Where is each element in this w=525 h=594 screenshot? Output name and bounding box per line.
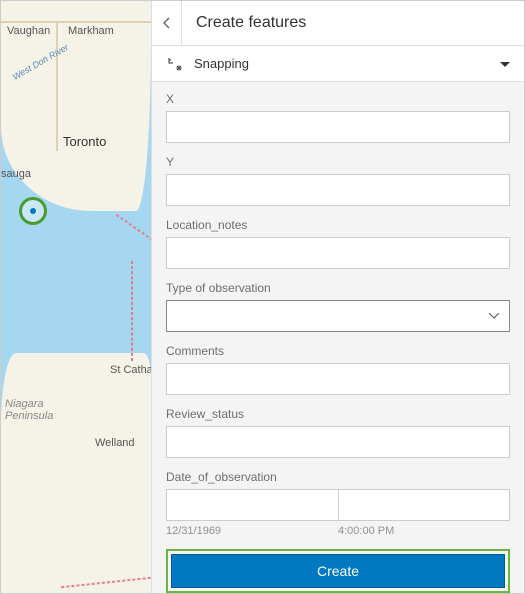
field-label: Type of observation [166, 281, 510, 295]
time-hint: 4:00:00 PM [338, 525, 394, 537]
road-line [56, 21, 58, 151]
field-location-notes: Location_notes [166, 218, 510, 269]
panel-title: Create features [182, 14, 306, 32]
panel-header: Create features [152, 1, 524, 46]
snapping-icon [166, 56, 184, 72]
location-notes-input[interactable] [166, 237, 510, 269]
create-highlight: Create [166, 549, 510, 593]
map-canvas[interactable]: Vaughan Markham West Don River Toronto s… [1, 1, 151, 593]
field-review-status: Review_status [166, 407, 510, 458]
field-label: Location_notes [166, 218, 510, 232]
comments-input[interactable] [166, 363, 510, 395]
map-label-markham: Markham [68, 25, 114, 37]
date-hint: 12/31/1969 [166, 525, 338, 537]
create-button[interactable]: Create [171, 554, 505, 588]
map-label-welland: Welland [95, 437, 135, 449]
field-date-of-observation: Date_of_observation 12/31/1969 4:00:00 P… [166, 470, 510, 537]
review-status-input[interactable] [166, 426, 510, 458]
field-comments: Comments [166, 344, 510, 395]
field-label: X [166, 92, 510, 106]
field-label: Date_of_observation [166, 470, 510, 484]
field-label: Y [166, 155, 510, 169]
field-x: X [166, 92, 510, 143]
x-input[interactable] [166, 111, 510, 143]
date-hints: 12/31/1969 4:00:00 PM [166, 525, 510, 537]
map-label-vaughan: Vaughan [7, 25, 50, 37]
chevron-left-icon [163, 17, 171, 29]
caret-down-icon [500, 55, 510, 73]
field-observation-type: Type of observation [166, 281, 510, 332]
point-marker[interactable] [19, 197, 47, 225]
back-button[interactable] [152, 1, 182, 46]
map-label-toronto: Toronto [63, 134, 106, 149]
boundary-line [116, 214, 151, 250]
create-features-panel: Create features Snapping X Y Location_no… [151, 1, 524, 593]
map-label-stcath: St Catharii [110, 364, 151, 376]
snapping-label: Snapping [184, 56, 500, 71]
road-line [1, 21, 151, 23]
field-label: Review_status [166, 407, 510, 421]
date-input[interactable] [166, 489, 338, 521]
attribute-form: X Y Location_notes Type of observation C… [152, 82, 524, 593]
observation-type-select[interactable] [166, 300, 510, 332]
field-label: Comments [166, 344, 510, 358]
map-label-niagara: Niagara Peninsula [5, 398, 53, 422]
snapping-dropdown[interactable]: Snapping [152, 46, 524, 82]
y-input[interactable] [166, 174, 510, 206]
map-label-sauga: sauga [1, 168, 31, 180]
time-input[interactable] [338, 489, 510, 521]
field-y: Y [166, 155, 510, 206]
boundary-line [131, 261, 133, 361]
landmass-south [1, 353, 151, 593]
